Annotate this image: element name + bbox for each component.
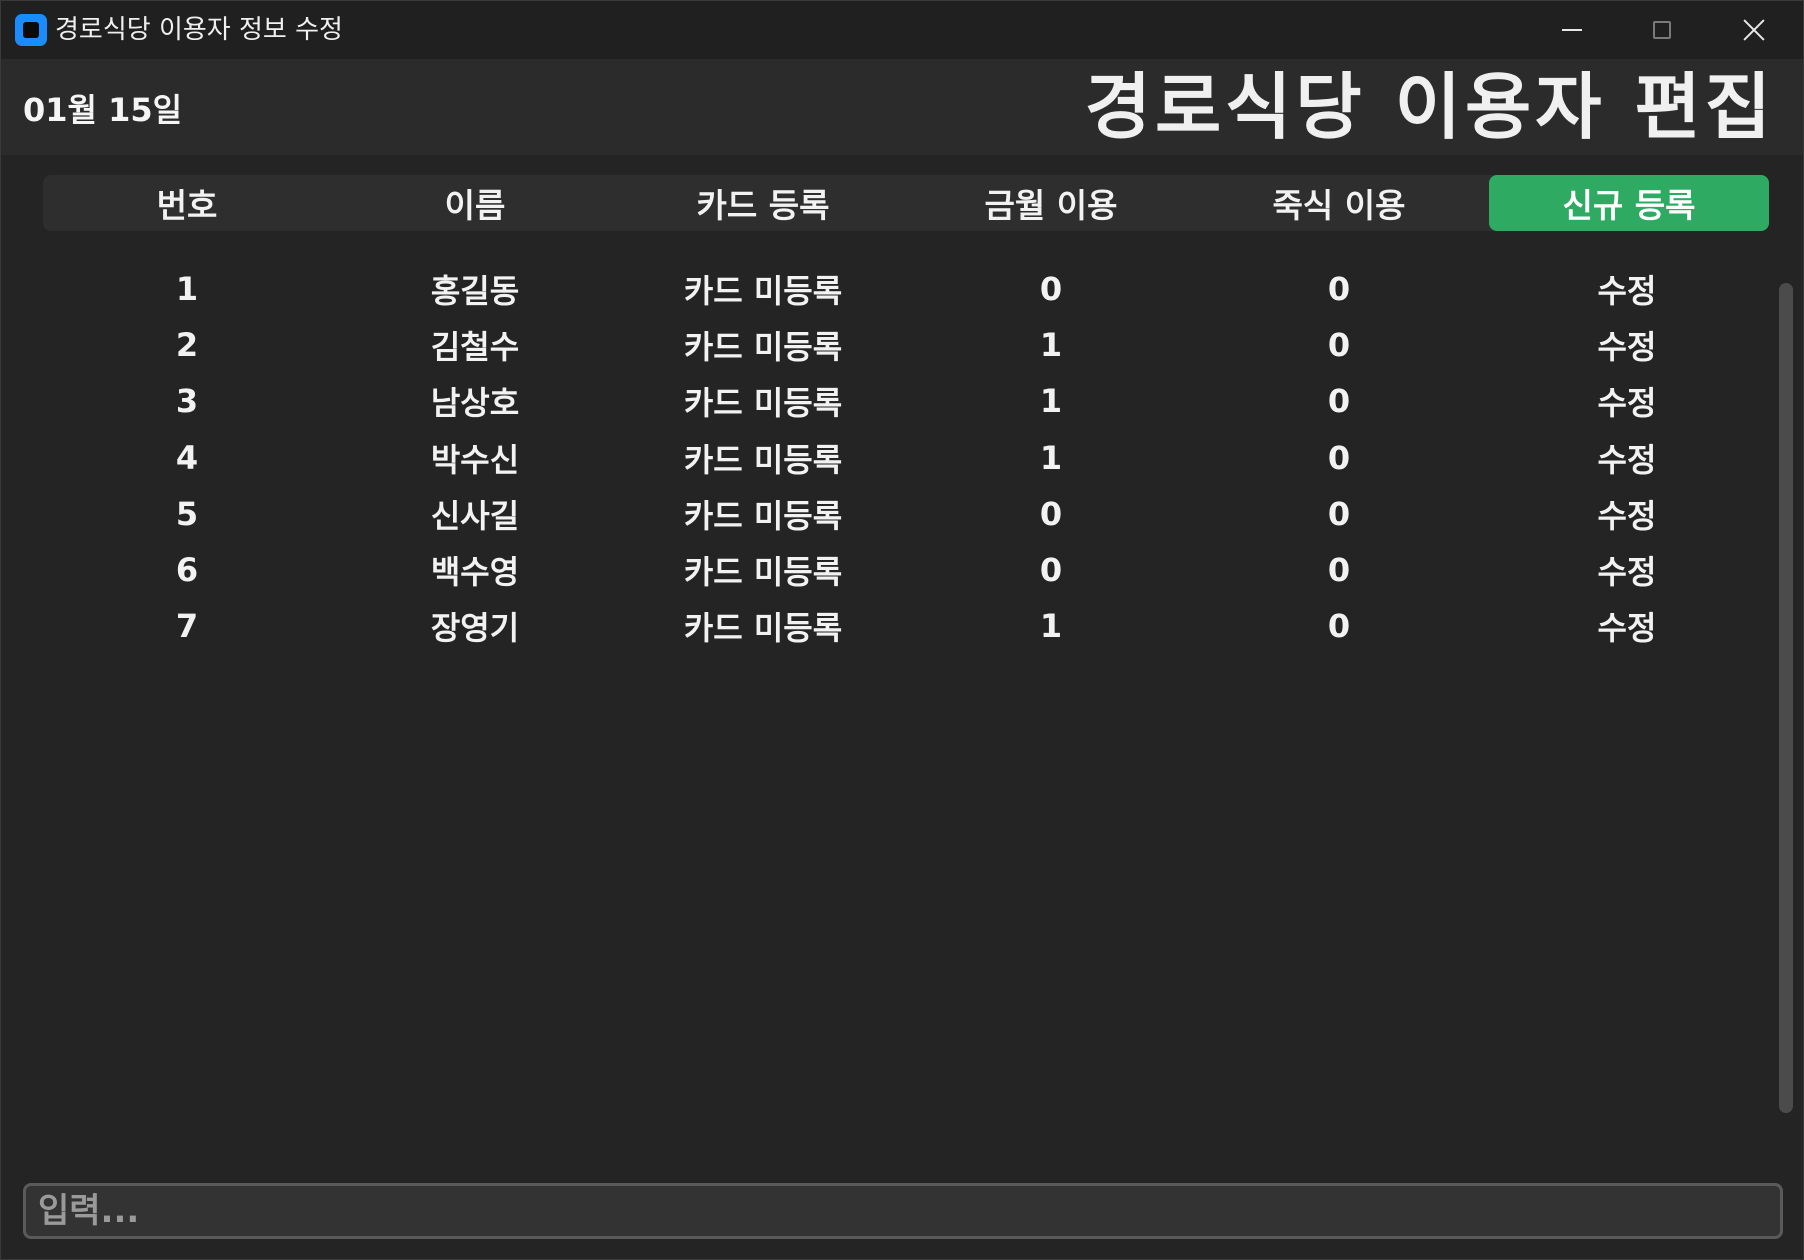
cell-breakfast-use: 0	[1327, 438, 1351, 477]
maximize-icon	[1653, 21, 1671, 39]
column-header-number: 번호	[156, 186, 218, 225]
app-window: 경로식당 이용자 정보 수정 01월 15일 경로식당 이용자 편집 번호 이름…	[0, 0, 1804, 1260]
user-table: 1 홍길동 카드 미등록 0 0 수정 2 김철수 카드 미등록 1 0 수정 3 남상호 카드 미등록 1 0…	[43, 261, 1769, 1121]
command-input[interactable]	[23, 1183, 1783, 1239]
edit-button[interactable]: 수정	[1483, 261, 1771, 317]
cell-breakfast-use: 0	[1327, 551, 1351, 589]
cell-number: 4	[175, 438, 199, 477]
table-row: 1 홍길동 카드 미등록 0 0 수정	[43, 261, 1769, 317]
cell-number: 7	[175, 607, 199, 646]
cell-card-status: 카드 미등록	[683, 609, 843, 648]
column-header-monthly: 금월 이용	[984, 186, 1118, 225]
cell-monthly-use: 0	[1039, 551, 1063, 589]
column-header-breakfast: 죽식 이용	[1272, 186, 1406, 225]
cell-name: 남상호	[430, 384, 520, 423]
cell-name: 김철수	[430, 328, 520, 367]
cell-breakfast-use: 0	[1327, 494, 1351, 533]
edit-button[interactable]: 수정	[1483, 317, 1771, 373]
table-row: 4 박수신 카드 미등록 1 0 수정	[43, 430, 1769, 486]
column-header-name: 이름	[444, 186, 506, 225]
edit-button[interactable]: 수정	[1483, 373, 1771, 429]
edit-button[interactable]: 수정	[1483, 486, 1771, 542]
cell-name: 신사길	[430, 496, 520, 535]
maximize-button[interactable]	[1617, 1, 1707, 59]
close-button[interactable]	[1709, 1, 1799, 59]
table-row: 6 백수영 카드 미등록 0 0 수정	[43, 542, 1769, 598]
cell-number: 2	[175, 326, 199, 365]
cell-number: 5	[175, 494, 199, 533]
edit-button[interactable]: 수정	[1483, 542, 1771, 598]
cell-card-status: 카드 미등록	[683, 272, 843, 310]
cell-breakfast-use: 0	[1327, 607, 1351, 646]
table-row: 2 김철수 카드 미등록 1 0 수정	[43, 317, 1769, 373]
app-icon	[15, 14, 47, 46]
edit-button[interactable]: 수정	[1483, 598, 1771, 654]
cell-name: 장영기	[430, 609, 520, 648]
cell-card-status: 카드 미등록	[683, 553, 843, 591]
cell-monthly-use: 1	[1039, 607, 1063, 646]
cell-name: 백수영	[430, 553, 520, 591]
cell-monthly-use: 1	[1039, 326, 1063, 365]
new-register-button[interactable]: 신규 등록	[1489, 175, 1769, 231]
cell-name: 홍길동	[430, 272, 520, 310]
cell-breakfast-use: 0	[1327, 270, 1351, 308]
window-title: 경로식당 이용자 정보 수정	[55, 15, 343, 45]
page-title: 경로식당 이용자 편집	[1084, 65, 1775, 149]
minimize-icon	[1562, 29, 1582, 31]
title-bar[interactable]: 경로식당 이용자 정보 수정	[1, 1, 1803, 59]
table-row: 3 남상호 카드 미등록 1 0 수정	[43, 373, 1769, 429]
cell-monthly-use: 1	[1039, 382, 1063, 421]
page-header: 01월 15일 경로식당 이용자 편집	[1, 59, 1803, 155]
cell-breakfast-use: 0	[1327, 326, 1351, 365]
cell-monthly-use: 1	[1039, 438, 1063, 477]
cell-number: 1	[175, 270, 199, 308]
date-label: 01월 15일	[23, 91, 183, 129]
minimize-button[interactable]	[1527, 1, 1617, 59]
table-row: 5 신사길 카드 미등록 0 0 수정	[43, 486, 1769, 542]
cell-card-status: 카드 미등록	[683, 496, 843, 535]
cell-monthly-use: 0	[1039, 270, 1063, 308]
edit-button[interactable]: 수정	[1483, 430, 1771, 486]
cell-name: 박수신	[430, 440, 520, 479]
close-icon	[1742, 18, 1766, 42]
cell-number: 3	[175, 382, 199, 421]
cell-card-status: 카드 미등록	[683, 440, 843, 479]
cell-breakfast-use: 0	[1327, 382, 1351, 421]
cell-card-status: 카드 미등록	[683, 328, 843, 367]
cell-card-status: 카드 미등록	[683, 384, 843, 423]
cell-number: 6	[175, 551, 199, 589]
table-row: 7 장영기 카드 미등록 1 0 수정	[43, 598, 1769, 654]
vertical-scrollbar[interactable]	[1779, 283, 1793, 1113]
column-header-card: 카드 등록	[696, 186, 830, 225]
cell-monthly-use: 0	[1039, 494, 1063, 533]
